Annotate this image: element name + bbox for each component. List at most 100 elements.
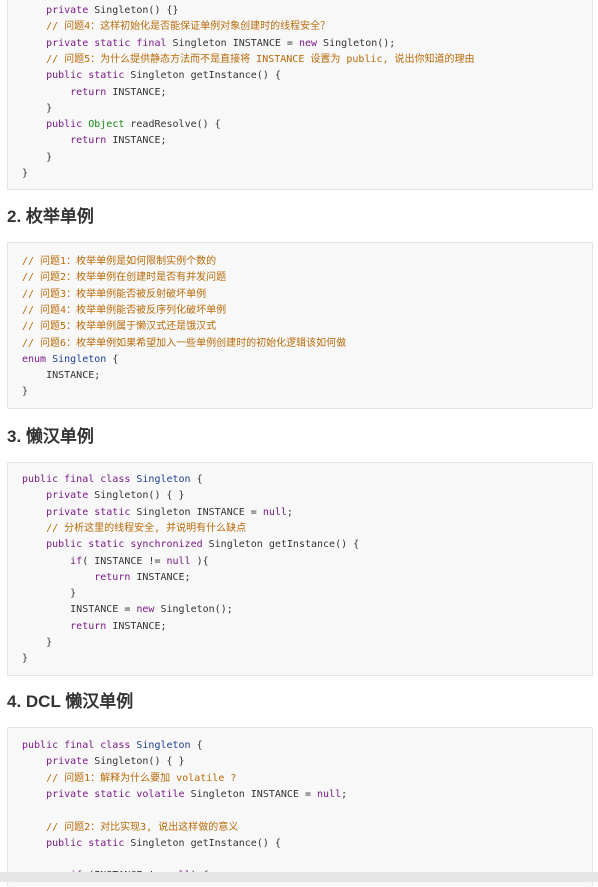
code-line: } [22,166,28,182]
code-token: Object [88,119,131,131]
code-token: // 问题4：这样初始化是否能保证单例对象创建时的线程安全？ [22,21,331,33]
code-token: } [22,151,53,163]
code-token: ; [341,788,348,800]
code-token: public [22,119,89,131]
code-line: private Singleton() { } [22,754,185,770]
code-token: Singleton [136,474,197,485]
code-token: public static [22,837,131,849]
code-token: return [22,86,113,98]
code-line: } [22,384,28,400]
code-line: // 问题6：枚举单例如果希望加入一些单例创建时的初始化逻辑该如何做 [22,336,346,352]
code-token: INSTANCE; [22,370,101,382]
code-token: // 问题6：枚举单例如果希望加入一些单例创建时的初始化逻辑该如何做 [22,337,347,349]
code-line: // 分析这里的线程安全, 并说明有什么缺点 [22,521,246,537]
code-line: public static Singleton getInstance() { [22,68,281,84]
code-line: public static synchronized Singleton get… [22,537,359,553]
code-line: public final class Singleton { [22,472,203,488]
code-token: // 问题2：对比实现3, 说出这样做的意义 [22,821,239,833]
code-token: Singleton INSTANCE = [190,788,318,800]
code-token: INSTANCE; [136,571,191,583]
code-token: null [166,555,197,567]
code-token: public final class [22,474,137,485]
code-line: return INSTANCE; [22,570,191,586]
code-line: private Singleton() {} [22,3,179,19]
code-token: } [22,588,77,600]
code-token: enum [22,353,53,365]
code-token: Singleton() { } [94,756,185,768]
code-token: // 问题5：为什么提供静态方法而不是直接将 INSTANCE 设置为 publ… [22,53,475,65]
code-token: private static [22,506,137,518]
code-line: private static Singleton INSTANCE = null… [22,505,293,521]
code-block-enum-singleton: // 问题1：枚举单例是如何限制实例个数的 // 问题2：枚举单例在创建时是否有并… [7,242,593,409]
code-token: private static volatile [22,788,191,800]
code-token: } [22,653,29,665]
code-token: { [196,740,203,751]
heading-enum-singleton: 2. 枚举单例 [7,207,94,226]
code-token: } [22,168,29,179]
code-token: Singleton getInstance() { [130,70,281,82]
code-line: public Object readResolve() { [22,117,221,133]
code-line: private static final Singleton INSTANCE … [22,36,395,52]
code-line: // 问题5：为什么提供静态方法而不是直接将 INSTANCE 设置为 publ… [22,52,475,68]
code-token: Singleton [52,353,113,365]
code-line: INSTANCE; [22,368,100,384]
code-token: null [317,788,342,800]
code-token: private [22,490,95,502]
code-line: return INSTANCE; [22,85,167,101]
heading-lazy-singleton: 3. 懒汉单例 [7,427,94,446]
code-line: } [22,635,52,651]
code-token: // 问题2：枚举单例在创建时是否有并发问题 [22,272,227,284]
code-token: Singleton(); [160,604,233,616]
code-token: } [22,102,53,114]
code-token: null [262,506,287,518]
code-token: public static [22,70,131,82]
code-line: private static volatile Singleton INSTAN… [22,787,347,803]
code-line: // 问题3：枚举单例能否被反射破坏单例 [22,287,206,303]
code-token: public static synchronized [22,539,209,551]
code-line: // 问题1：解释为什么要加 volatile ? [22,771,236,787]
code-line: return INSTANCE; [22,133,167,149]
horizontal-scrollbar[interactable] [0,872,598,882]
heading-dcl-singleton: 4. DCL 懒汉单例 [7,692,134,711]
code-token: Singleton() { } [94,490,185,502]
code-token: { [196,474,203,485]
code-token: Singleton getInstance() { [130,837,281,849]
code-token: ; [286,506,293,518]
code-token: Singleton(); [323,37,396,49]
code-line: if( INSTANCE != null ){ [22,554,209,570]
code-token: // 问题3：枚举单例能否被反射破坏单例 [22,288,207,300]
code-block-lazy-singleton: public final class Singleton { private S… [7,462,593,676]
code-token: INSTANCE; [112,86,167,98]
code-token: INSTANCE; [112,135,167,147]
code-token: Singleton INSTANCE = [136,506,263,518]
code-line: } [22,101,52,117]
code-line: // 问题4：枚举单例能否被反序列化破坏单例 [22,303,226,319]
code-line: INSTANCE = new Singleton(); [22,602,233,618]
code-token: } [22,637,53,648]
code-token: new [136,604,161,616]
code-token: // 问题1：枚举单例是如何限制实例个数的 [22,256,217,267]
code-token: Singleton() {} [94,5,179,16]
code-token: // 分析这里的线程安全, 并说明有什么缺点 [22,522,247,534]
code-token: Singleton [136,740,197,751]
code-token: { [112,353,119,365]
code-token: public final class [22,740,137,751]
code-token: // 问题1：解释为什么要加 volatile ? [22,772,237,784]
code-line: public static Singleton getInstance() { [22,836,281,852]
code-token: ){ [196,555,209,567]
code-token: return [22,620,113,632]
code-line: } [22,651,28,667]
code-token: ( INSTANCE != [82,555,167,567]
code-line: } [22,150,52,166]
code-token: if [22,555,83,567]
code-token: INSTANCE = [22,604,137,616]
code-line: enum Singleton { [22,352,118,368]
code-token: return [22,135,113,147]
code-token: return [22,571,137,583]
code-token: readResolve() { [130,119,221,131]
code-block-dcl-singleton: public final class Singleton { private S… [7,727,593,887]
code-token: } [22,386,29,398]
code-token: new [298,37,324,49]
code-line: private Singleton() { } [22,488,185,504]
code-token: // 问题4：枚举单例能否被反序列化破坏单例 [22,304,227,316]
